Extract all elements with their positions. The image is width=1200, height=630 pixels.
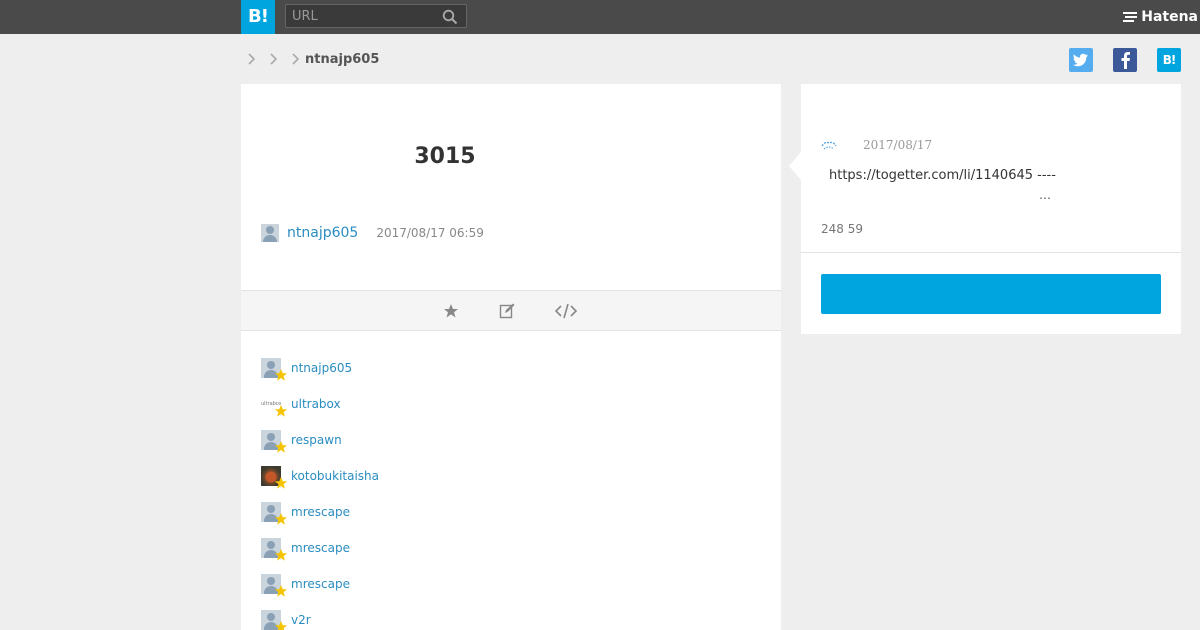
user-name-link[interactable]: ultrabox	[291, 397, 341, 411]
twitter-icon	[1073, 53, 1088, 67]
entry-card: 3015 ntnajp605 2017/08/17 06:59 ntnajp60…	[241, 84, 781, 630]
user-name-link[interactable]: v2r	[291, 613, 311, 627]
code-icon	[554, 303, 578, 319]
breadcrumb-current[interactable]: ntnajp605	[305, 52, 379, 67]
divider	[801, 252, 1181, 253]
star-icon	[274, 476, 288, 489]
togetter-favicon-icon	[821, 141, 837, 150]
breadcrumb-chevron-2[interactable]	[269, 50, 291, 68]
bookmark-entry-card: 2017/08/17 https://togetter.com/li/11406…	[789, 84, 1181, 334]
hatena-bookmark-logo[interactable]: B!	[241, 0, 275, 34]
breadcrumb: ntnajp605	[247, 50, 379, 68]
user-name-link[interactable]: kotobukitaisha	[291, 469, 379, 483]
edit-icon	[499, 303, 515, 319]
search-input[interactable]	[292, 7, 432, 25]
hatena-bird-icon	[1123, 12, 1138, 22]
entry-url-link[interactable]: https://togetter.com/li/1140645 ----	[829, 168, 1056, 183]
add-star-button[interactable]	[441, 301, 461, 321]
chevron-right-icon	[270, 53, 278, 65]
bookmark-date: 2017/08/17	[863, 138, 933, 152]
share-facebook-button[interactable]	[1113, 48, 1137, 72]
star-icon	[274, 512, 288, 525]
entry-author-row: ntnajp605 2017/08/17 06:59	[261, 223, 484, 243]
star-user-list: ntnajp605 ultrabox ultrabox respawn koto…	[261, 350, 761, 630]
user-name-link[interactable]: respawn	[291, 433, 342, 447]
breadcrumb-chevron-3	[291, 50, 305, 68]
breadcrumb-chevron-1[interactable]	[247, 50, 269, 68]
card-pointer	[789, 152, 801, 180]
brand-label: Hatena	[1141, 9, 1198, 25]
hatena-brand-link[interactable]: Hatena	[1122, 8, 1198, 26]
edit-comment-button[interactable]	[497, 301, 517, 321]
entry-datetime: 2017/08/17 06:59	[376, 226, 484, 240]
list-item: respawn	[261, 422, 761, 458]
list-item: mrescape	[261, 494, 761, 530]
user-name-link[interactable]: mrescape	[291, 541, 350, 555]
list-item: mrescape	[261, 566, 761, 602]
author-name[interactable]: ntnajp605	[287, 225, 358, 241]
list-item: kotobukitaisha	[261, 458, 761, 494]
star-icon	[274, 548, 288, 561]
action-bar	[241, 290, 781, 331]
star-icon	[274, 404, 288, 417]
bookmark-button[interactable]	[821, 274, 1161, 314]
search-box[interactable]	[285, 4, 467, 28]
chevron-right-icon	[248, 53, 256, 65]
avatar[interactable]	[261, 224, 279, 242]
user-name-link[interactable]: mrescape	[291, 577, 350, 591]
list-item: mrescape	[261, 530, 761, 566]
star-icon	[274, 440, 288, 453]
entry-title[interactable]: 3015	[241, 144, 649, 169]
bookmark-counts: 248 59	[821, 222, 863, 236]
top-bar: B! Hatena	[0, 0, 1200, 34]
chevron-right-icon	[292, 53, 300, 65]
facebook-icon	[1121, 52, 1130, 69]
search-icon[interactable]	[442, 9, 458, 25]
share-twitter-button[interactable]	[1069, 48, 1093, 72]
star-icon	[444, 304, 458, 318]
user-name-link[interactable]: mrescape	[291, 505, 350, 519]
star-icon	[274, 620, 288, 630]
embed-code-button[interactable]	[553, 301, 579, 321]
user-name-link[interactable]: ntnajp605	[291, 361, 352, 375]
list-item: ntnajp605	[261, 350, 761, 386]
more-ellipsis[interactable]: …	[1039, 188, 1051, 202]
star-icon	[274, 368, 288, 381]
list-item: ultrabox ultrabox	[261, 386, 761, 422]
share-hatena-button[interactable]: B!	[1157, 48, 1181, 72]
star-icon	[274, 584, 288, 597]
list-item: v2r	[261, 602, 761, 630]
